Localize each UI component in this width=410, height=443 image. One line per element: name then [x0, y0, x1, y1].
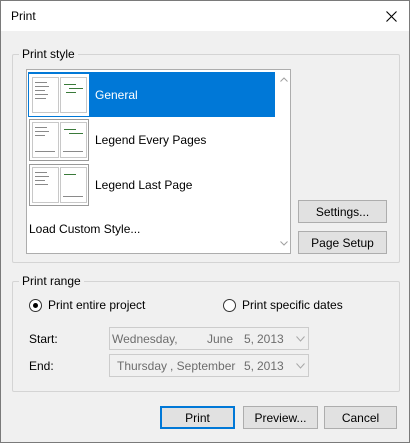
page-setup-button[interactable]: Page Setup — [298, 231, 387, 254]
start-label: Start: — [29, 332, 58, 346]
style-item-legend-last-page[interactable]: Legend Last Page — [28, 162, 276, 207]
style-thumbnail — [29, 163, 89, 206]
style-list-scrollbar[interactable] — [275, 70, 290, 253]
style-thumbnail — [29, 73, 89, 116]
load-custom-style-item[interactable]: Load Custom Style... — [29, 222, 140, 236]
settings-button[interactable]: Settings... — [298, 200, 387, 223]
start-weekday: Wednesday, — [112, 332, 178, 346]
scroll-up-button[interactable] — [276, 72, 290, 87]
print-button[interactable]: Print — [160, 406, 235, 429]
start-date-picker[interactable]: Wednesday, June 5, 2013 — [109, 327, 309, 350]
close-button[interactable] — [373, 1, 409, 31]
chevron-up-icon — [279, 77, 288, 82]
start-year: 2013 — [257, 332, 284, 346]
chevron-down-icon — [296, 336, 305, 342]
radio-label: Print entire project — [48, 298, 146, 312]
chevron-down-icon — [296, 363, 305, 369]
radio-label: Print specific dates — [242, 298, 343, 312]
preview-button[interactable]: Preview... — [243, 406, 318, 429]
window-title: Print — [11, 9, 36, 23]
print-style-legend: Print style — [22, 47, 75, 61]
chevron-down-icon — [279, 241, 288, 246]
start-month: June — [207, 332, 234, 346]
style-item-label: General — [95, 87, 138, 102]
style-item-label: Legend Last Page — [95, 177, 193, 192]
print-specific-dates-radio[interactable]: Print specific dates — [223, 298, 343, 312]
end-month: , September — [170, 359, 236, 373]
print-entire-project-radio[interactable]: Print entire project — [29, 298, 145, 312]
radio-checked-icon — [29, 298, 42, 312]
start-day: 5, — [244, 332, 255, 346]
end-weekday: Thursday — [117, 359, 168, 373]
style-item-general[interactable]: General — [28, 72, 276, 117]
end-day: 5, — [244, 359, 255, 373]
print-range-legend: Print range — [22, 274, 81, 288]
end-year: 2013 — [257, 359, 284, 373]
print-dialog: Print Print style General Legend Every P… — [0, 0, 410, 443]
print-style-list[interactable]: General Legend Every Pages Legend Last P… — [26, 69, 291, 254]
style-item-label: Legend Every Pages — [95, 132, 207, 147]
end-date-picker[interactable]: Thursday , September 5, 2013 — [109, 354, 309, 377]
close-icon — [385, 10, 397, 22]
end-label: End: — [29, 359, 54, 373]
cancel-button[interactable]: Cancel — [324, 406, 397, 429]
style-thumbnail — [29, 118, 89, 161]
title-bar: Print — [1, 1, 409, 31]
style-item-legend-every-pages[interactable]: Legend Every Pages — [28, 117, 276, 162]
scroll-down-button[interactable] — [276, 236, 290, 251]
radio-unchecked-icon — [223, 298, 236, 312]
